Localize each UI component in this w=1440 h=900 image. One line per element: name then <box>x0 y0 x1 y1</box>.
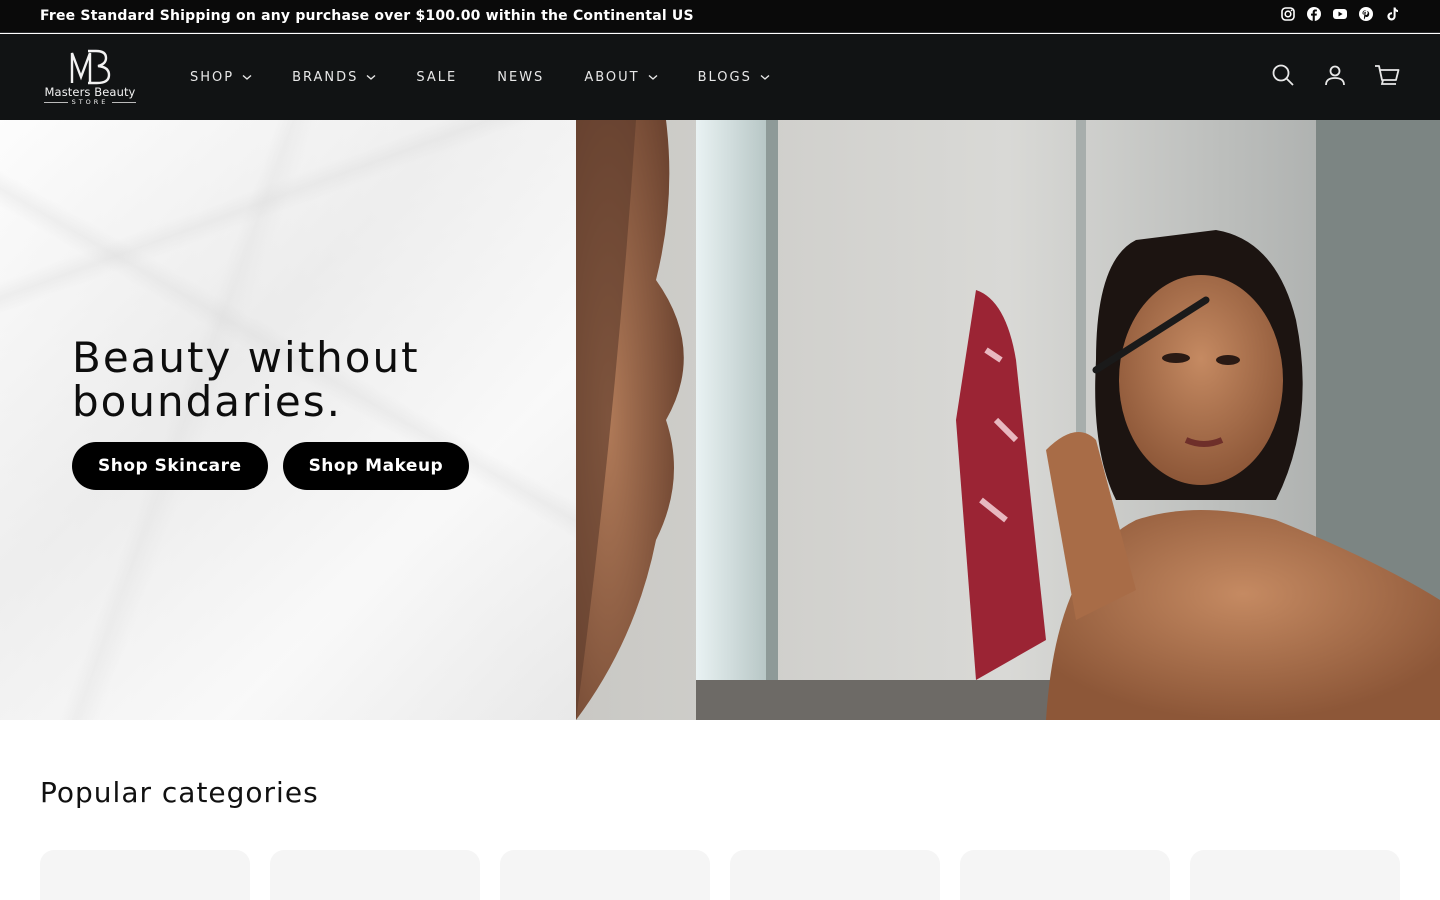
category-card[interactable] <box>40 850 250 900</box>
hero-title: Beauty without boundaries. <box>72 333 420 426</box>
site-header: Masters Beauty STORE SHOP BRANDS SALE NE… <box>0 34 1440 120</box>
nav-shop[interactable]: SHOP <box>190 70 252 85</box>
tiktok-icon[interactable] <box>1384 6 1400 22</box>
category-cards <box>40 850 1400 900</box>
category-card[interactable] <box>730 850 940 900</box>
nav-brands[interactable]: BRANDS <box>292 70 376 85</box>
search-icon[interactable] <box>1270 62 1296 88</box>
logo[interactable]: Masters Beauty STORE <box>40 47 140 107</box>
pinterest-icon[interactable] <box>1358 6 1374 22</box>
shop-skincare-button[interactable]: Shop Skincare <box>72 442 268 490</box>
announcement-text: Free Standard Shipping on any purchase o… <box>40 8 694 24</box>
nav-news-label: NEWS <box>497 69 545 85</box>
chevron-down-icon <box>760 72 770 82</box>
nav-brands-label: BRANDS <box>292 69 359 85</box>
hero-image <box>576 120 1440 720</box>
header-actions <box>1270 62 1400 88</box>
nav-shop-label: SHOP <box>190 69 235 85</box>
shop-makeup-button[interactable]: Shop Makeup <box>282 442 470 490</box>
account-icon[interactable] <box>1322 62 1348 88</box>
hero-buttons: Shop Skincare Shop Makeup <box>72 442 470 490</box>
hero-banner: Beauty without boundaries. Shop Skincare… <box>0 120 1440 720</box>
chevron-down-icon <box>366 72 376 82</box>
youtube-icon[interactable] <box>1332 6 1348 22</box>
social-links <box>1280 6 1400 22</box>
instagram-icon[interactable] <box>1280 6 1296 22</box>
facebook-icon[interactable] <box>1306 6 1322 22</box>
logo-subtitle: STORE <box>40 98 140 106</box>
nav-blogs[interactable]: BLOGS <box>698 70 770 85</box>
hero-text-panel: Beauty without boundaries. Shop Skincare… <box>0 120 576 720</box>
category-card[interactable] <box>500 850 710 900</box>
logo-monogram <box>70 49 111 85</box>
cart-icon[interactable] <box>1374 62 1400 88</box>
popular-categories-heading: Popular categories <box>40 776 319 809</box>
category-card[interactable] <box>960 850 1170 900</box>
logo-wordmark: Masters Beauty <box>44 85 136 99</box>
nav-sale-label: SALE <box>416 69 458 85</box>
nav-about[interactable]: ABOUT <box>584 69 658 85</box>
chevron-down-icon <box>648 72 658 82</box>
nav-sale[interactable]: SALE <box>416 70 457 85</box>
nav-news[interactable]: NEWS <box>497 70 544 85</box>
chevron-down-icon <box>242 72 252 82</box>
category-card[interactable] <box>1190 850 1400 900</box>
hero-photo-illustration <box>576 120 1440 720</box>
nav-about-label: ABOUT <box>584 69 640 85</box>
announcement-bar: Free Standard Shipping on any purchase o… <box>0 0 1440 33</box>
nav-blogs-label: BLOGS <box>697 69 752 85</box>
category-card[interactable] <box>270 850 480 900</box>
main-nav: SHOP BRANDS SALE NEWS ABOUT BLOGS <box>190 34 810 120</box>
